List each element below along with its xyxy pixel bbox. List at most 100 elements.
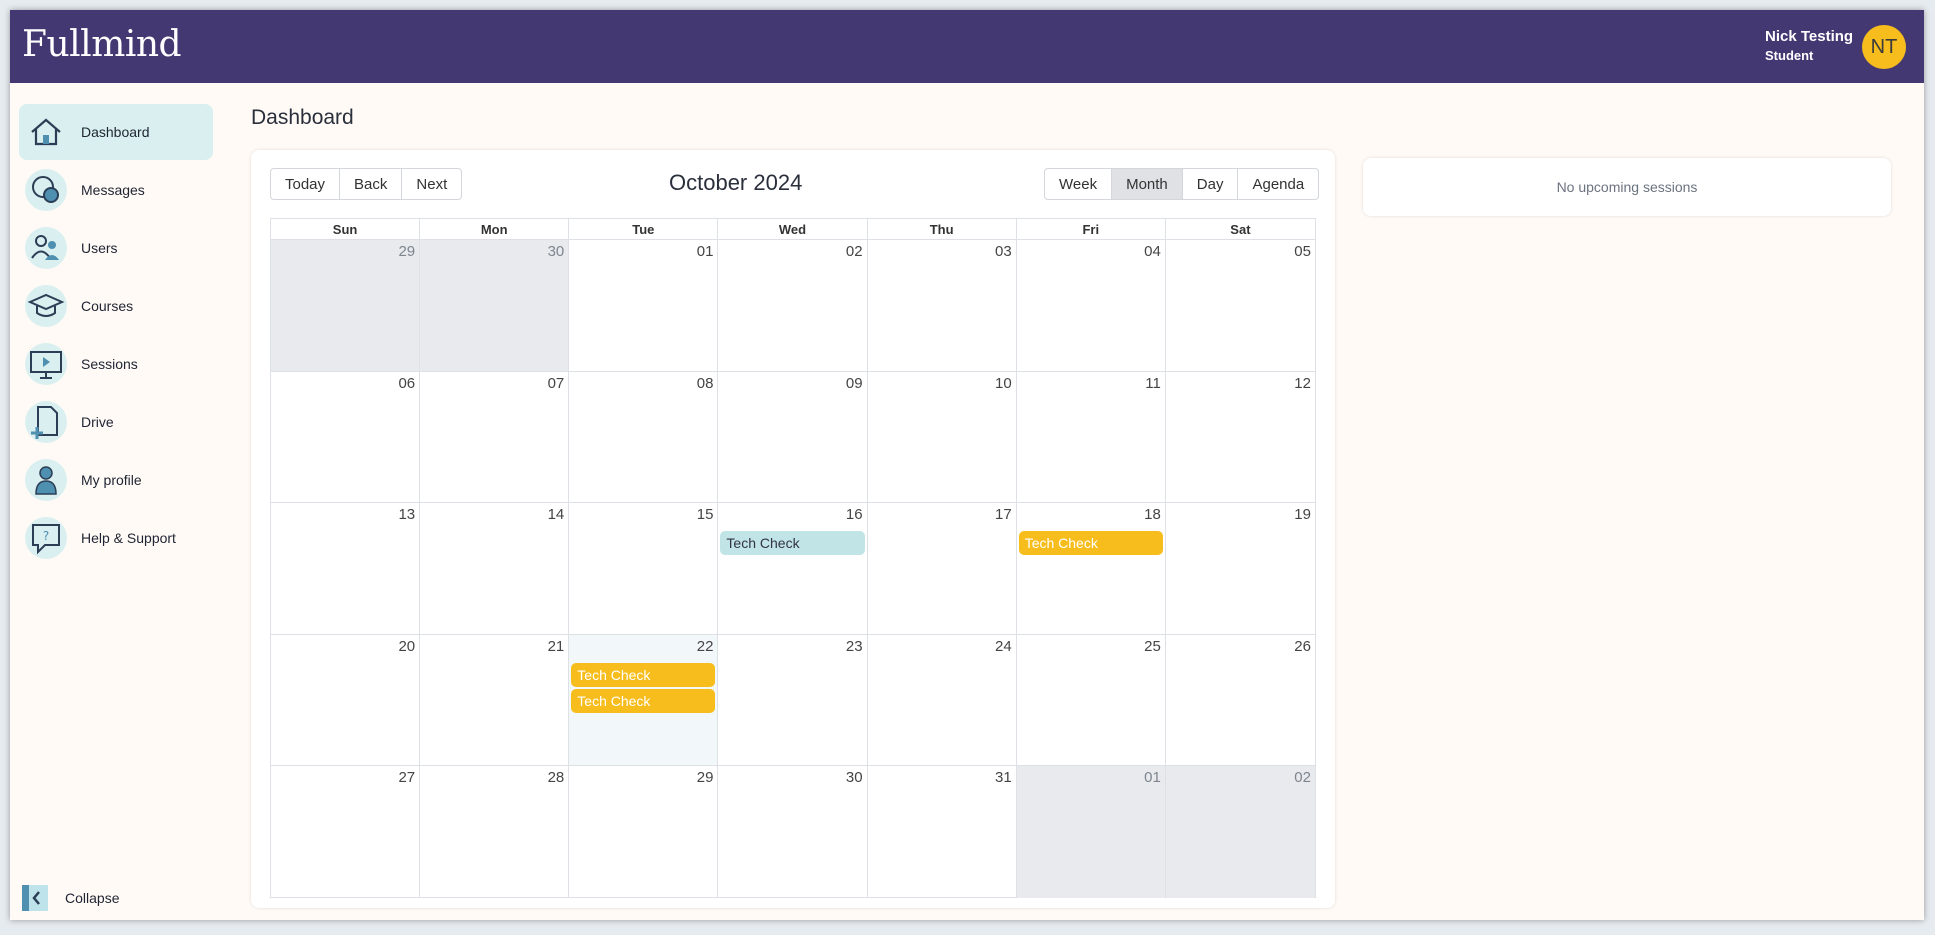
sidebar-item-help-support[interactable]: ? Help & Support xyxy=(19,510,213,566)
day-cell[interactable]: 04 xyxy=(1016,240,1166,372)
day-cell[interactable]: 28 xyxy=(420,766,570,898)
day-number[interactable]: 31 xyxy=(995,769,1012,786)
day-cell[interactable]: 12 xyxy=(1165,372,1315,504)
calendar-next-button[interactable]: Next xyxy=(402,169,461,199)
day-number[interactable]: 06 xyxy=(398,375,415,392)
day-cell[interactable]: 11 xyxy=(1016,371,1166,504)
day-cell[interactable]: 02 xyxy=(718,240,868,372)
sidebar-item-label: Sessions xyxy=(81,356,138,372)
day-cell[interactable]: 01 xyxy=(569,240,719,372)
avatar[interactable]: NT xyxy=(1862,25,1906,69)
day-cell[interactable]: 29 xyxy=(569,766,719,898)
calendar-today-button[interactable]: Today xyxy=(271,169,341,199)
day-cell[interactable]: 15 xyxy=(569,503,719,635)
day-number[interactable]: 19 xyxy=(1294,506,1311,523)
day-number[interactable]: 13 xyxy=(398,506,415,523)
day-number[interactable]: 29 xyxy=(697,769,714,786)
collapse-button[interactable]: Collapse xyxy=(22,885,119,911)
day-number[interactable]: 25 xyxy=(1144,638,1161,655)
day-cell[interactable]: 20 xyxy=(271,634,421,767)
day-number[interactable]: 20 xyxy=(398,638,415,655)
day-number[interactable]: 17 xyxy=(995,506,1012,523)
calendar-nav-buttons: Today Back Next xyxy=(270,168,463,200)
weekday-header: Tue xyxy=(569,219,719,240)
day-cell[interactable]: 27 xyxy=(271,766,421,898)
day-number[interactable]: 18 xyxy=(1144,506,1161,523)
day-number[interactable]: 16 xyxy=(846,506,863,523)
sidebar-item-my-profile[interactable]: My profile xyxy=(19,452,213,508)
day-number[interactable]: 21 xyxy=(548,638,565,655)
day-number[interactable]: 27 xyxy=(398,769,415,786)
day-cell[interactable]: 07 xyxy=(420,371,570,504)
sidebar-item-sessions[interactable]: Sessions xyxy=(19,336,213,392)
day-number[interactable]: 14 xyxy=(548,506,565,523)
calendar-event[interactable]: Tech Check xyxy=(571,688,716,713)
day-number[interactable]: 02 xyxy=(846,243,863,260)
day-number[interactable]: 26 xyxy=(1294,638,1311,655)
day-number[interactable]: 24 xyxy=(995,638,1012,655)
day-cell[interactable]: 30 xyxy=(420,240,570,372)
sidebar-item-label: Dashboard xyxy=(81,124,150,140)
day-cell[interactable]: 26 xyxy=(1165,635,1315,767)
day-cell[interactable]: 16 Tech Check xyxy=(718,503,868,635)
sidebar-item-label: Users xyxy=(81,240,118,256)
calendar-event[interactable]: Tech Check xyxy=(1018,531,1163,556)
day-number[interactable]: 03 xyxy=(995,243,1012,260)
day-cell[interactable]: 31 xyxy=(868,766,1017,898)
day-number[interactable]: 01 xyxy=(1144,769,1161,786)
sidebar-item-dashboard[interactable]: Dashboard xyxy=(19,104,213,160)
day-number[interactable]: 29 xyxy=(398,243,415,260)
day-number[interactable]: 30 xyxy=(846,769,863,786)
day-cell[interactable]: 10 xyxy=(867,371,1017,504)
day-number[interactable]: 07 xyxy=(548,375,565,392)
day-cell[interactable]: 02 xyxy=(1165,766,1315,898)
view-agenda-button[interactable]: Agenda xyxy=(1238,169,1318,199)
calendar-back-button[interactable]: Back xyxy=(340,169,403,199)
sidebar-item-courses[interactable]: Courses xyxy=(19,278,213,334)
day-number[interactable]: 23 xyxy=(846,638,863,655)
day-number[interactable]: 05 xyxy=(1294,243,1311,260)
day-cell[interactable]: 01 xyxy=(1016,766,1166,898)
day-cell[interactable]: 14 xyxy=(420,503,570,635)
view-month-button[interactable]: Month xyxy=(1112,169,1183,199)
day-cell[interactable]: 30 xyxy=(718,766,868,898)
day-cell[interactable]: 21 xyxy=(420,634,570,767)
day-number[interactable]: 30 xyxy=(548,243,565,260)
day-cell[interactable]: 05 xyxy=(1165,240,1315,372)
day-cell[interactable]: 17 xyxy=(867,503,1017,635)
day-cell[interactable]: 06 xyxy=(271,371,421,504)
collapse-label: Collapse xyxy=(65,890,120,906)
view-day-button[interactable]: Day xyxy=(1183,169,1239,199)
day-number[interactable]: 09 xyxy=(846,375,863,392)
view-week-button[interactable]: Week xyxy=(1045,169,1113,199)
day-number[interactable]: 01 xyxy=(697,243,714,260)
svg-text:?: ? xyxy=(43,529,49,543)
day-cell[interactable]: 22 Tech Check Tech Check xyxy=(569,634,719,767)
day-number[interactable]: 08 xyxy=(697,375,714,392)
day-number[interactable]: 04 xyxy=(1144,243,1161,260)
day-cell[interactable]: 03 xyxy=(867,240,1017,372)
day-cell[interactable]: 29 xyxy=(271,240,421,372)
day-cell[interactable]: 19 xyxy=(1165,503,1315,635)
day-number[interactable]: 22 xyxy=(697,638,714,655)
day-number[interactable]: 11 xyxy=(1145,375,1161,392)
day-number[interactable]: 10 xyxy=(995,375,1012,392)
day-number[interactable]: 02 xyxy=(1294,769,1311,786)
calendar-event[interactable]: Tech Check xyxy=(720,531,865,556)
day-cell[interactable]: 08 xyxy=(569,371,719,504)
calendar-event[interactable]: Tech Check xyxy=(571,662,716,687)
day-number[interactable]: 28 xyxy=(548,769,565,786)
sidebar-item-messages[interactable]: Messages xyxy=(19,162,213,218)
day-cell[interactable]: 25 xyxy=(1016,634,1166,767)
day-number[interactable]: 15 xyxy=(697,506,714,523)
day-number[interactable]: 12 xyxy=(1294,375,1311,392)
day-cell[interactable]: 09 xyxy=(718,371,868,504)
day-cell[interactable]: 18 Tech Check xyxy=(1016,503,1166,635)
sidebar-item-drive[interactable]: Drive xyxy=(19,394,213,450)
day-cell[interactable]: 13 xyxy=(271,503,421,635)
sidebar-item-users[interactable]: Users xyxy=(19,220,213,276)
day-cell[interactable]: 24 xyxy=(867,634,1017,767)
home-icon xyxy=(25,111,67,153)
brand-logo[interactable]: Fullmind xyxy=(22,24,182,65)
day-cell[interactable]: 23 xyxy=(718,634,868,767)
